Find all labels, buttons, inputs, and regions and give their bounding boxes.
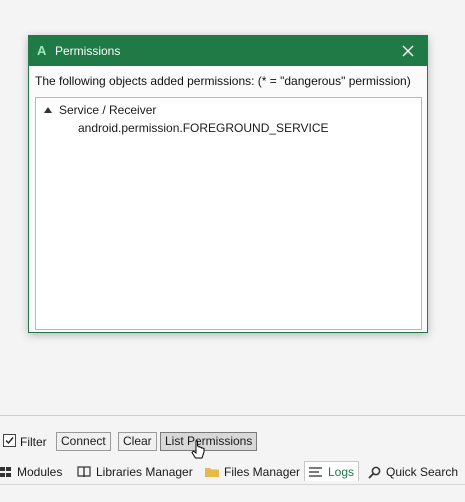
- dialog-title: Permissions: [55, 44, 121, 58]
- panel-separator: [0, 415, 465, 416]
- tree-leaf[interactable]: android.permission.FOREGROUND_SERVICE: [78, 121, 329, 135]
- dialog-description: The following objects added permissions:…: [35, 74, 411, 88]
- tab-label: Logs: [328, 464, 355, 479]
- tab-files-manager[interactable]: Files Manager: [205, 462, 300, 482]
- close-icon: [402, 45, 414, 57]
- search-icon: [368, 466, 381, 479]
- grid-icon: [0, 466, 12, 478]
- list-permissions-button[interactable]: List Permissions: [160, 432, 258, 451]
- close-button[interactable]: [395, 39, 421, 63]
- filter-checkbox[interactable]: [3, 434, 16, 447]
- clear-button[interactable]: Clear: [118, 432, 157, 451]
- tree-node-label: Service / Receiver: [59, 103, 157, 117]
- book-icon: [77, 466, 91, 478]
- logs-toolbar: Filter Connect Clear List Permissions: [0, 431, 465, 453]
- tab-label: Libraries Manager: [96, 465, 193, 479]
- tab-label: Files Manager: [224, 465, 301, 479]
- tab-quick-search[interactable]: Quick Search: [368, 462, 458, 482]
- permissions-tree[interactable]: Service / Receiver android.permission.FO…: [35, 97, 422, 330]
- tree-node[interactable]: Service / Receiver: [44, 102, 156, 118]
- checkmark-icon: [5, 437, 14, 445]
- bottom-tab-bar: Modules Libraries Manager Files Manager …: [0, 460, 465, 484]
- filter-label: Filter: [20, 435, 47, 449]
- connect-button[interactable]: Connect: [56, 432, 111, 451]
- tab-label: Quick Search: [386, 465, 459, 479]
- app-logo-icon: A: [37, 43, 47, 58]
- permissions-dialog: A Permissions The following objects adde…: [28, 35, 428, 333]
- tab-logs[interactable]: Logs: [304, 461, 360, 481]
- dialog-titlebar[interactable]: A Permissions: [29, 36, 427, 66]
- tab-bar-border: [0, 484, 465, 485]
- tab-modules[interactable]: Modules: [0, 462, 62, 482]
- expand-triangle-icon[interactable]: [44, 107, 52, 113]
- folder-icon: [205, 466, 219, 478]
- tab-libraries-manager[interactable]: Libraries Manager: [77, 462, 193, 482]
- tab-label: Modules: [17, 465, 63, 479]
- mouse-pointer-icon: [191, 440, 205, 459]
- lines-icon: [309, 466, 323, 478]
